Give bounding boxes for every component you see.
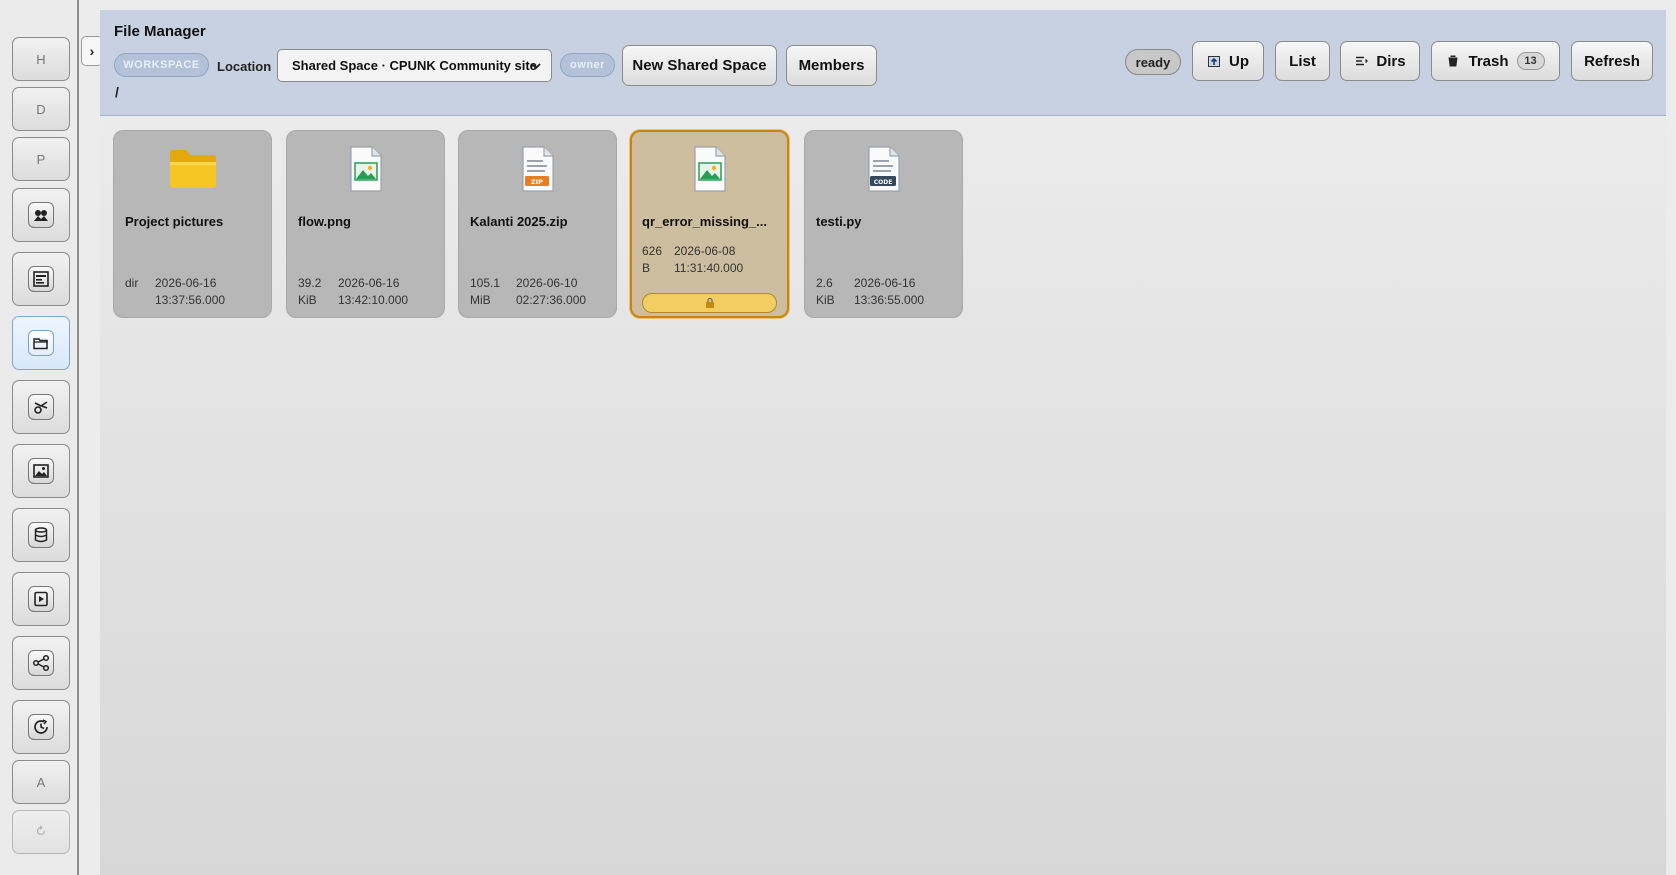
image-file-icon [349, 146, 382, 192]
file-size-unit: MiB [470, 293, 491, 307]
file-date: 2026-06-10 [516, 276, 578, 290]
file-time: 02:27:36.000 [516, 293, 587, 307]
share-icon [28, 650, 54, 676]
trash-button[interactable]: Trash 13 [1431, 41, 1560, 81]
file-name: testi.py [816, 214, 862, 229]
rail-letter-d: D [36, 101, 46, 117]
notes-icon [28, 266, 54, 292]
rail-button-p[interactable]: P [12, 137, 70, 181]
rail-button-database[interactable] [12, 508, 70, 562]
role-pill: owner [560, 53, 615, 77]
file-name: Kalanti 2025.zip [470, 214, 568, 229]
rail-button-a[interactable]: A [12, 760, 70, 804]
lock-icon [705, 297, 714, 308]
file-size: dir [125, 276, 139, 290]
trash-label: Trash [1468, 52, 1509, 70]
refresh-label: Refresh [1584, 52, 1640, 70]
rail-button-h[interactable]: H [12, 37, 70, 81]
rail-button-history[interactable] [12, 700, 70, 754]
rail-button-file-manager[interactable] [12, 316, 70, 370]
zip-file-icon: ZIP [521, 146, 554, 192]
list-label: List [1289, 52, 1316, 70]
file-time: 13:36:55.000 [854, 293, 925, 307]
page-title: File Manager [114, 23, 206, 40]
location-label: Location [217, 59, 272, 74]
rail-letter-a: A [36, 774, 46, 790]
file-card[interactable]: ZIP Kalanti 2025.zip 105.1 MiB 2026-06-10… [458, 130, 617, 318]
new-shared-space-label: New Shared Space [632, 57, 767, 74]
image-icon [28, 458, 54, 484]
rail-button-share[interactable] [12, 636, 70, 690]
file-date: 2026-06-16 [155, 276, 217, 290]
rail-button-d[interactable]: D [12, 87, 70, 131]
file-name: Project pictures [125, 214, 224, 229]
rail-letter-p: P [36, 151, 46, 167]
svg-text:ZIP: ZIP [531, 178, 543, 186]
folder-icon [169, 150, 216, 188]
new-shared-space-button[interactable]: New Shared Space [622, 45, 777, 86]
file-size: 39.2 [298, 276, 322, 290]
file-card[interactable]: CODE testi.py 2.6 KiB 2026-06-16 13:36:55.… [804, 130, 963, 318]
tasks-icon [28, 394, 54, 420]
current-path: / [115, 84, 119, 100]
location-select-value: Shared Space · CPUNK Community site [292, 58, 537, 73]
file-card-selected[interactable]: qr_error_missing_... 626 B 2026-06-08 11:3… [630, 130, 789, 318]
file-time: 13:42:10.000 [338, 293, 409, 307]
trash-count-badge: 13 [1516, 52, 1545, 70]
file-size: 105.1 [470, 276, 501, 290]
file-date: 2026-06-16 [338, 276, 400, 290]
community-icon [28, 202, 54, 228]
image-file-icon [693, 146, 726, 192]
file-size-unit: B [642, 261, 651, 275]
location-select[interactable]: Shared Space · CPUNK Community site [277, 49, 552, 82]
code-file-icon: CODE [867, 146, 900, 192]
rail-letter-h: H [36, 51, 46, 67]
file-date: 2026-06-16 [854, 276, 916, 290]
dirs-label: Dirs [1376, 52, 1406, 70]
list-button[interactable]: List [1275, 41, 1330, 81]
lock-bar[interactable] [642, 293, 777, 313]
sort-lines-icon [1356, 56, 1369, 66]
rail-button-gallery[interactable] [12, 444, 70, 498]
status-badge: ready [1125, 49, 1181, 75]
file-card[interactable]: Project pictures dir 2026-06-16 13:37:56.… [113, 130, 272, 318]
file-grid: Project pictures dir 2026-06-16 13:37:56.… [100, 117, 1666, 875]
svg-text:CODE: CODE [873, 179, 892, 186]
up-button[interactable]: Up [1192, 41, 1264, 81]
rail-button-community[interactable] [12, 188, 70, 242]
file-name: qr_error_missing_... [642, 214, 767, 229]
file-date: 2026-06-08 [674, 244, 736, 258]
file-size-unit: KiB [298, 293, 317, 307]
history-icon [28, 714, 54, 740]
refresh-button[interactable]: Refresh [1571, 41, 1653, 81]
file-time: 11:31:40.000 [674, 261, 744, 275]
file-size: 626 [642, 244, 663, 258]
file-size-unit: KiB [816, 293, 835, 307]
file-size: 2.6 [816, 276, 833, 290]
file-name: flow.png [298, 214, 351, 229]
chevron-down-icon [531, 63, 541, 70]
file-time: 13:37:56.000 [155, 293, 226, 307]
rail-button-notes[interactable] [12, 252, 70, 306]
rail-button-reset[interactable] [12, 810, 70, 854]
left-rail: H D P A [0, 0, 79, 875]
up-label: Up [1229, 52, 1249, 70]
reset-icon [35, 824, 47, 840]
members-label: Members [798, 57, 865, 74]
dirs-button[interactable]: Dirs [1340, 41, 1420, 81]
members-button[interactable]: Members [786, 45, 877, 86]
up-folder-icon [1208, 56, 1220, 67]
file-card[interactable]: flow.png 39.2 KiB 2026-06-16 13:42:10.000 [286, 130, 445, 318]
trash-icon [1448, 55, 1458, 67]
workspace-pill: WORKSPACE [114, 53, 209, 77]
rail-button-media[interactable] [12, 572, 70, 626]
rail-button-tasks[interactable] [12, 380, 70, 434]
folder-open-icon [28, 330, 54, 356]
file-manager-header: File Manager WORKSPACE Location Shared S… [100, 10, 1666, 116]
database-icon [28, 522, 54, 548]
video-icon [28, 586, 54, 612]
